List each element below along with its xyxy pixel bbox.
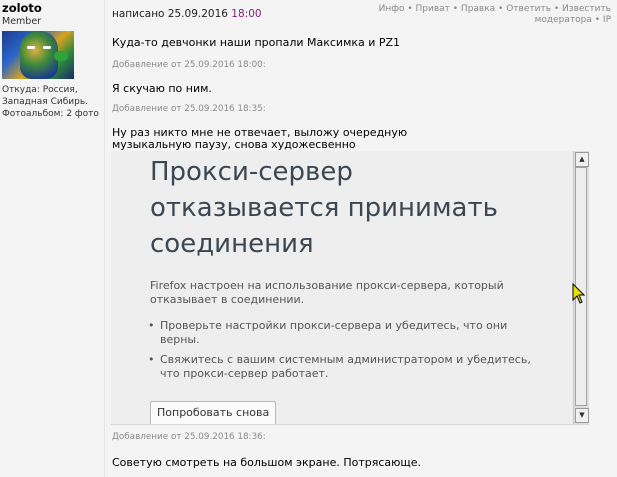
suggestion-text-2: Свяжитесь с вашим системным администрато…: [160, 353, 531, 380]
message-2: Я скучаю по ним.: [112, 82, 212, 95]
error-suggestions: • Проверьте настройки прокси-сервера и уб…: [148, 319, 548, 387]
embedded-video-frame[interactable]: Прокси-сервер отказывается принимать сое…: [111, 151, 589, 425]
suggestion-item: • Свяжитесь с вашим системным администрат…: [148, 353, 531, 380]
edit-note-3: Добавление от 25.09.2016 18:36:: [112, 432, 266, 442]
post-time: 18:00: [231, 8, 262, 20]
edit-note-1: Добавление от 25.09.2016 18:00:: [112, 60, 266, 70]
user-photoalbum[interactable]: Фотоальбом: 2 фото: [2, 108, 99, 120]
suggestion-item: • Проверьте настройки прокси-сервера и уб…: [148, 319, 508, 346]
username[interactable]: zoloto: [2, 1, 42, 15]
user-rank: Member: [2, 16, 42, 27]
user-sidebar: zoloto Member Откуда: Россия, Западная С…: [0, 0, 105, 477]
avatar[interactable]: [2, 31, 74, 79]
scroll-up-arrow-icon[interactable]: ▲: [575, 152, 589, 167]
message-1: Куда-то девчонки наши пропали Максимка и…: [112, 36, 401, 49]
error-title: Прокси-сервер отказывается принимать сое…: [150, 157, 498, 259]
user-info: Откуда: Россия, Западная Сибирь. Фотоаль…: [2, 84, 99, 120]
suggestion-text-1: Проверьте настройки прокси-сервера и убе…: [160, 319, 508, 346]
post-date: написано 25.09.2016 18:00: [112, 8, 262, 20]
retry-button[interactable]: Попробовать снова: [150, 401, 277, 424]
edit-note-2: Добавление от 25.09.2016 18:35:: [112, 104, 266, 114]
scroll-down-arrow-icon[interactable]: ▼: [575, 408, 589, 423]
error-description: Firefox настроен на использование прокси…: [150, 279, 504, 306]
post-actions: Инфо • Приват • Правка • Ответить • Изве…: [371, 4, 611, 26]
post-actions-links-2[interactable]: модератора • IP: [535, 15, 611, 25]
message-4: Советую смотреть на большом экране. Потр…: [112, 456, 422, 469]
user-location-line-2: Западная Сибирь.: [2, 97, 88, 107]
user-location-line-1: Откуда: Россия,: [2, 85, 78, 95]
post-date-prefix: написано 25.09.2016: [112, 8, 228, 20]
mouse-cursor-icon: [572, 283, 586, 304]
post-actions-links[interactable]: Инфо • Приват • Правка • Ответить • Изве…: [379, 4, 611, 14]
